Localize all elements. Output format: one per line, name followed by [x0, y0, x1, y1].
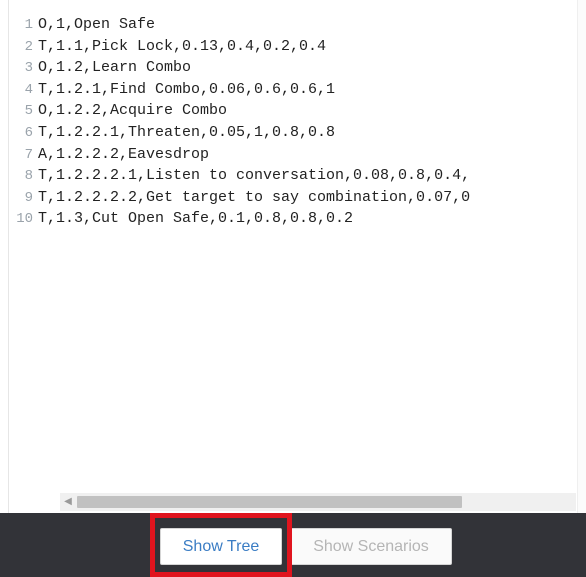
- code-line[interactable]: 6 T,1.2.2.1,Threaten,0.05,1,0.8,0.8: [0, 122, 470, 144]
- line-number: 5: [24, 103, 33, 120]
- code-editor[interactable]: 1 O,1,Open Safe 2 T,1.1,Pick Lock,0.13,0.4…: [0, 0, 586, 513]
- horizontal-scrollbar[interactable]: ◀: [60, 493, 576, 511]
- code-line[interactable]: 8 T,1.2.2.2.1,Listen to conversation,0.08…: [0, 165, 470, 187]
- line-number: 10: [16, 211, 33, 228]
- code-line[interactable]: 9 T,1.2.2.2.2,Get target to say combinati…: [0, 187, 470, 209]
- line-number: 8: [24, 168, 33, 185]
- line-number: 4: [24, 81, 33, 98]
- editor-right-edge: [577, 0, 586, 513]
- code-line[interactable]: 1 O,1,Open Safe: [0, 14, 470, 36]
- line-text: T,1.2.2.2.1,Listen to conversation,0.08,…: [38, 167, 471, 185]
- line-text: O,1,Open Safe: [38, 16, 156, 33]
- code-line[interactable]: 7 A,1.2.2.2,Eavesdrop: [0, 144, 470, 166]
- line-number: 7: [24, 146, 33, 163]
- code-line[interactable]: 3 O,1.2,Learn Combo: [0, 57, 470, 79]
- footer-bar: Show Tree Show Scenarios: [0, 513, 586, 577]
- show-scenarios-button[interactable]: Show Scenarios: [290, 528, 452, 565]
- line-text: T,1.3,Cut Open Safe,0.1,0.8,0.8,0.2: [38, 210, 354, 228]
- line-text: O,1.2.2,Acquire Combo: [38, 102, 228, 120]
- line-text: T,1.2.1,Find Combo,0.06,0.6,0.6,1: [38, 80, 336, 98]
- editor-lines: 1 O,1,Open Safe 2 T,1.1,Pick Lock,0.13,0.4…: [0, 14, 470, 230]
- scroll-left-arrow-icon[interactable]: ◀: [62, 495, 74, 509]
- line-text: T,1.1,Pick Lock,0.13,0.4,0.2,0.4: [38, 37, 327, 55]
- scrollbar-thumb[interactable]: [77, 496, 462, 508]
- line-number: 9: [24, 189, 33, 206]
- line-text: T,1.2.2.2.2,Get target to say combinatio…: [38, 188, 471, 206]
- code-line[interactable]: 4 T,1.2.1,Find Combo,0.06,0.6,0.6,1: [0, 79, 470, 101]
- code-line[interactable]: 5 O,1.2.2,Acquire Combo: [0, 100, 470, 122]
- line-number: 6: [24, 124, 33, 141]
- code-line[interactable]: 2 T,1.1,Pick Lock,0.13,0.4,0.2,0.4: [0, 36, 470, 58]
- line-text: A,1.2.2.2,Eavesdrop: [38, 145, 210, 163]
- code-line[interactable]: 10 T,1.3,Cut Open Safe,0.1,0.8,0.8,0.2: [0, 208, 470, 230]
- line-text: O,1.2,Learn Combo: [38, 59, 192, 77]
- line-number: 1: [24, 17, 33, 33]
- line-number: 3: [24, 60, 33, 77]
- line-text: T,1.2.2.1,Threaten,0.05,1,0.8,0.8: [38, 123, 336, 141]
- line-number: 2: [24, 38, 33, 55]
- show-tree-button[interactable]: Show Tree: [160, 528, 282, 565]
